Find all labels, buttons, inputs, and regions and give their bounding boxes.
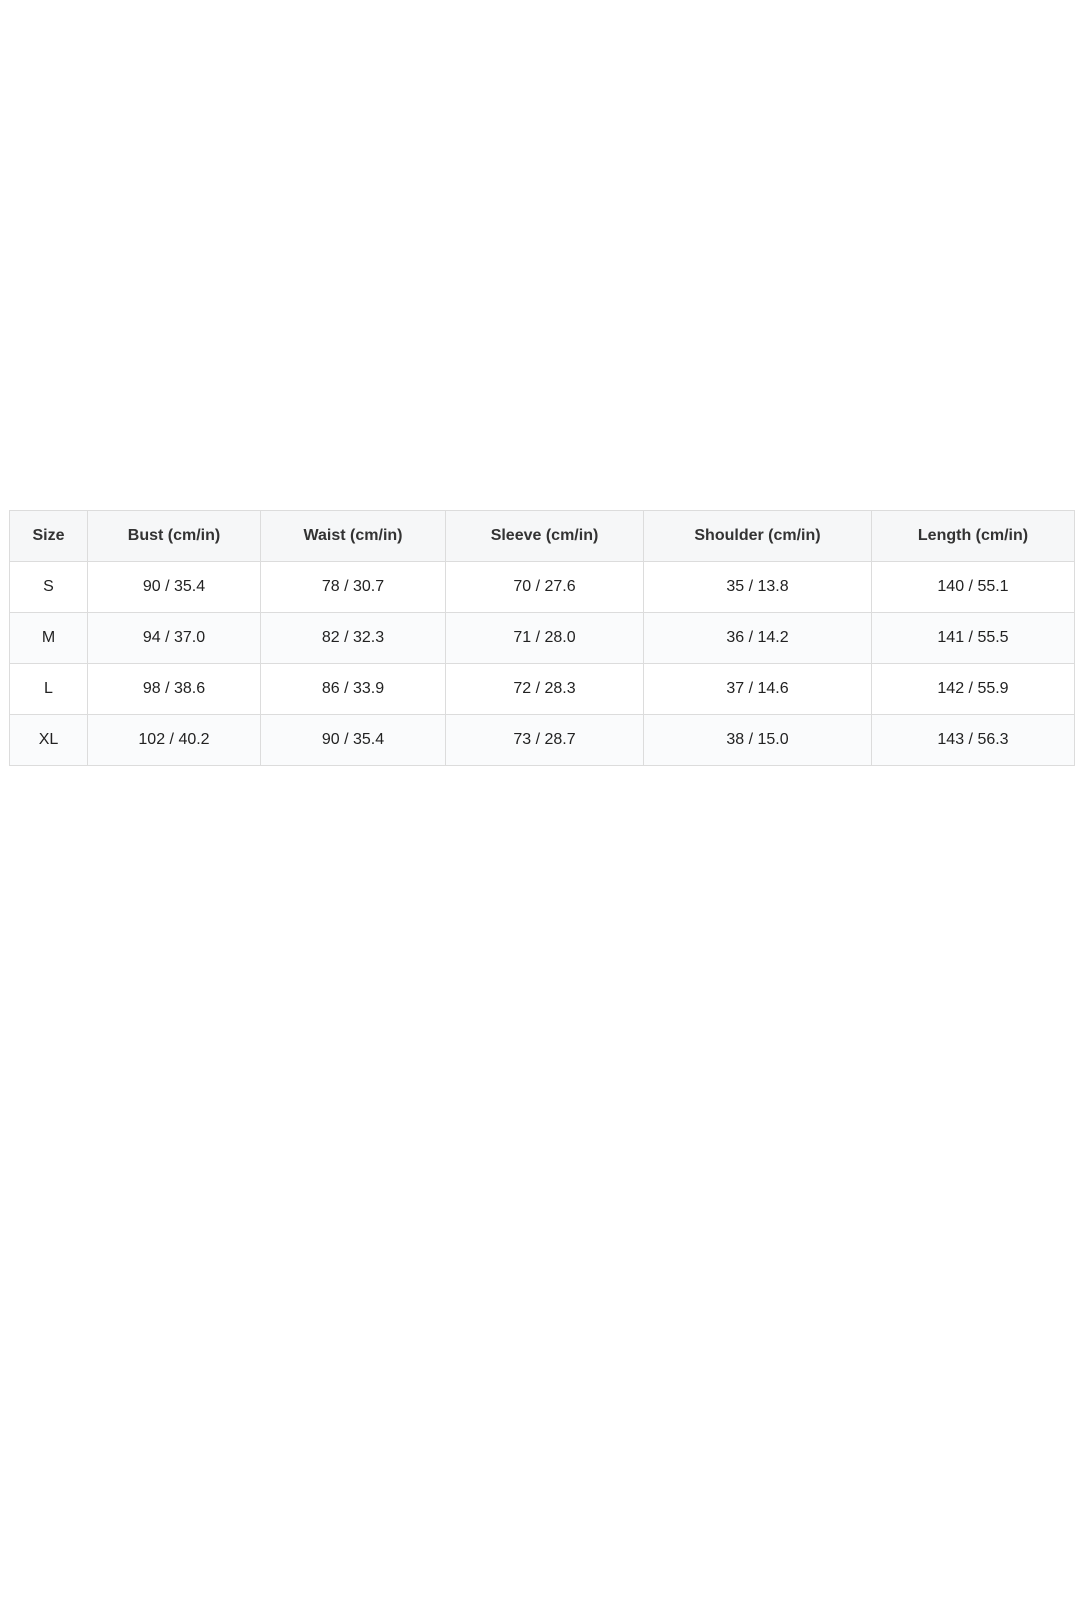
size-chart-table: Size Bust (cm/in) Waist (cm/in) Sleeve (… — [9, 510, 1075, 766]
header-sleeve: Sleeve (cm/in) — [445, 510, 644, 562]
cell-bust: 90 / 35.4 — [87, 561, 261, 613]
cell-length: 142 / 55.9 — [871, 663, 1075, 715]
cell-size: S — [9, 561, 88, 613]
table-row: L 98 / 38.6 86 / 33.9 72 / 28.3 37 / 14.… — [9, 663, 1075, 715]
cell-length: 140 / 55.1 — [871, 561, 1075, 613]
cell-waist: 86 / 33.9 — [260, 663, 446, 715]
cell-shoulder: 38 / 15.0 — [643, 714, 872, 766]
cell-waist: 82 / 32.3 — [260, 612, 446, 664]
cell-sleeve: 71 / 28.0 — [445, 612, 644, 664]
cell-waist: 90 / 35.4 — [260, 714, 446, 766]
cell-bust: 102 / 40.2 — [87, 714, 261, 766]
cell-size: L — [9, 663, 88, 715]
header-row: Size Bust (cm/in) Waist (cm/in) Sleeve (… — [9, 510, 1075, 562]
table-row: M 94 / 37.0 82 / 32.3 71 / 28.0 36 / 14.… — [9, 612, 1075, 664]
table-body: S 90 / 35.4 78 / 30.7 70 / 27.6 35 / 13.… — [9, 561, 1075, 766]
cell-sleeve: 72 / 28.3 — [445, 663, 644, 715]
cell-length: 143 / 56.3 — [871, 714, 1075, 766]
cell-shoulder: 36 / 14.2 — [643, 612, 872, 664]
cell-shoulder: 37 / 14.6 — [643, 663, 872, 715]
header-length: Length (cm/in) — [871, 510, 1075, 562]
cell-shoulder: 35 / 13.8 — [643, 561, 872, 613]
cell-length: 141 / 55.5 — [871, 612, 1075, 664]
header-size: Size — [9, 510, 88, 562]
table-row: XL 102 / 40.2 90 / 35.4 73 / 28.7 38 / 1… — [9, 714, 1075, 766]
cell-bust: 98 / 38.6 — [87, 663, 261, 715]
cell-size: XL — [9, 714, 88, 766]
header-bust: Bust (cm/in) — [87, 510, 261, 562]
cell-size: M — [9, 612, 88, 664]
cell-sleeve: 73 / 28.7 — [445, 714, 644, 766]
cell-bust: 94 / 37.0 — [87, 612, 261, 664]
table-header: Size Bust (cm/in) Waist (cm/in) Sleeve (… — [9, 510, 1075, 562]
table-row: S 90 / 35.4 78 / 30.7 70 / 27.6 35 / 13.… — [9, 561, 1075, 613]
cell-waist: 78 / 30.7 — [260, 561, 446, 613]
header-shoulder: Shoulder (cm/in) — [643, 510, 872, 562]
cell-sleeve: 70 / 27.6 — [445, 561, 644, 613]
header-waist: Waist (cm/in) — [260, 510, 446, 562]
